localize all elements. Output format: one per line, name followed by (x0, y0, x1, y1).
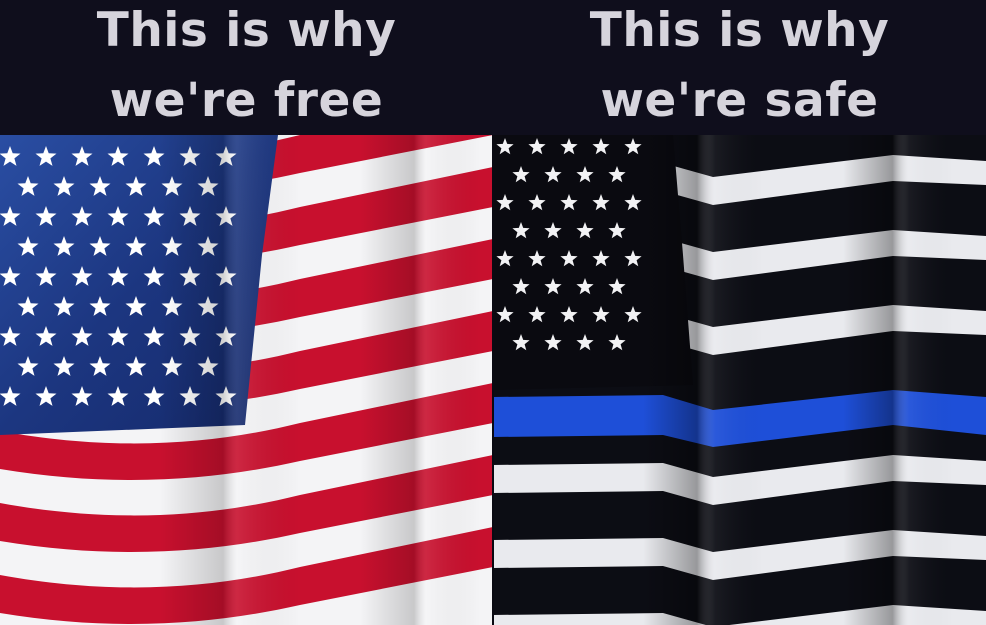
panel-divider (492, 135, 494, 625)
caption-right-line2: we're safe (600, 73, 879, 128)
thin-blue-line-flag-graphic (493, 135, 986, 625)
caption-left-line2: we're free (109, 73, 384, 128)
caption-right-line1: This is why (589, 3, 890, 58)
meme-image: This is why we're free This is why we're… (0, 0, 986, 625)
caption-left-line1: This is why (96, 3, 397, 58)
caption-right: This is why we're safe (493, 0, 986, 135)
caption-left: This is why we're free (0, 0, 493, 135)
us-flag-graphic (0, 135, 493, 625)
us-flag-photo (0, 135, 493, 625)
thin-blue-line-flag-photo (493, 135, 986, 625)
